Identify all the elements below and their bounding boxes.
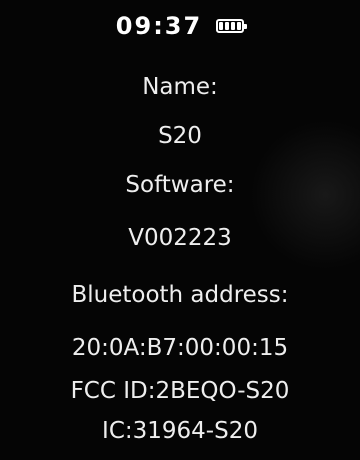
status-bar: 09:37 bbox=[0, 12, 360, 40]
watch-display: 09:37 Name: S20 Software: V002223 Blueto… bbox=[0, 0, 360, 460]
battery-cell bbox=[237, 22, 242, 30]
software-label: Software: bbox=[125, 172, 235, 198]
software-version: V002223 bbox=[128, 225, 232, 251]
battery-cell bbox=[219, 22, 224, 30]
fcc-id: FCC ID:2BEQO-S20 bbox=[70, 378, 290, 404]
ic-number: IC:31964-S20 bbox=[102, 418, 258, 444]
name-value: S20 bbox=[158, 123, 202, 149]
battery-cell bbox=[225, 22, 230, 30]
device-info-screen: 09:37 Name: S20 Software: V002223 Blueto… bbox=[0, 0, 360, 460]
bluetooth-address-label: Bluetooth address: bbox=[71, 282, 289, 308]
battery-cell bbox=[231, 22, 236, 30]
name-label: Name: bbox=[142, 74, 218, 100]
bluetooth-address-value: 20:0A:B7:00:00:15 bbox=[71, 335, 289, 361]
clock-time: 09:37 bbox=[115, 12, 203, 40]
battery-full-icon bbox=[216, 19, 248, 33]
